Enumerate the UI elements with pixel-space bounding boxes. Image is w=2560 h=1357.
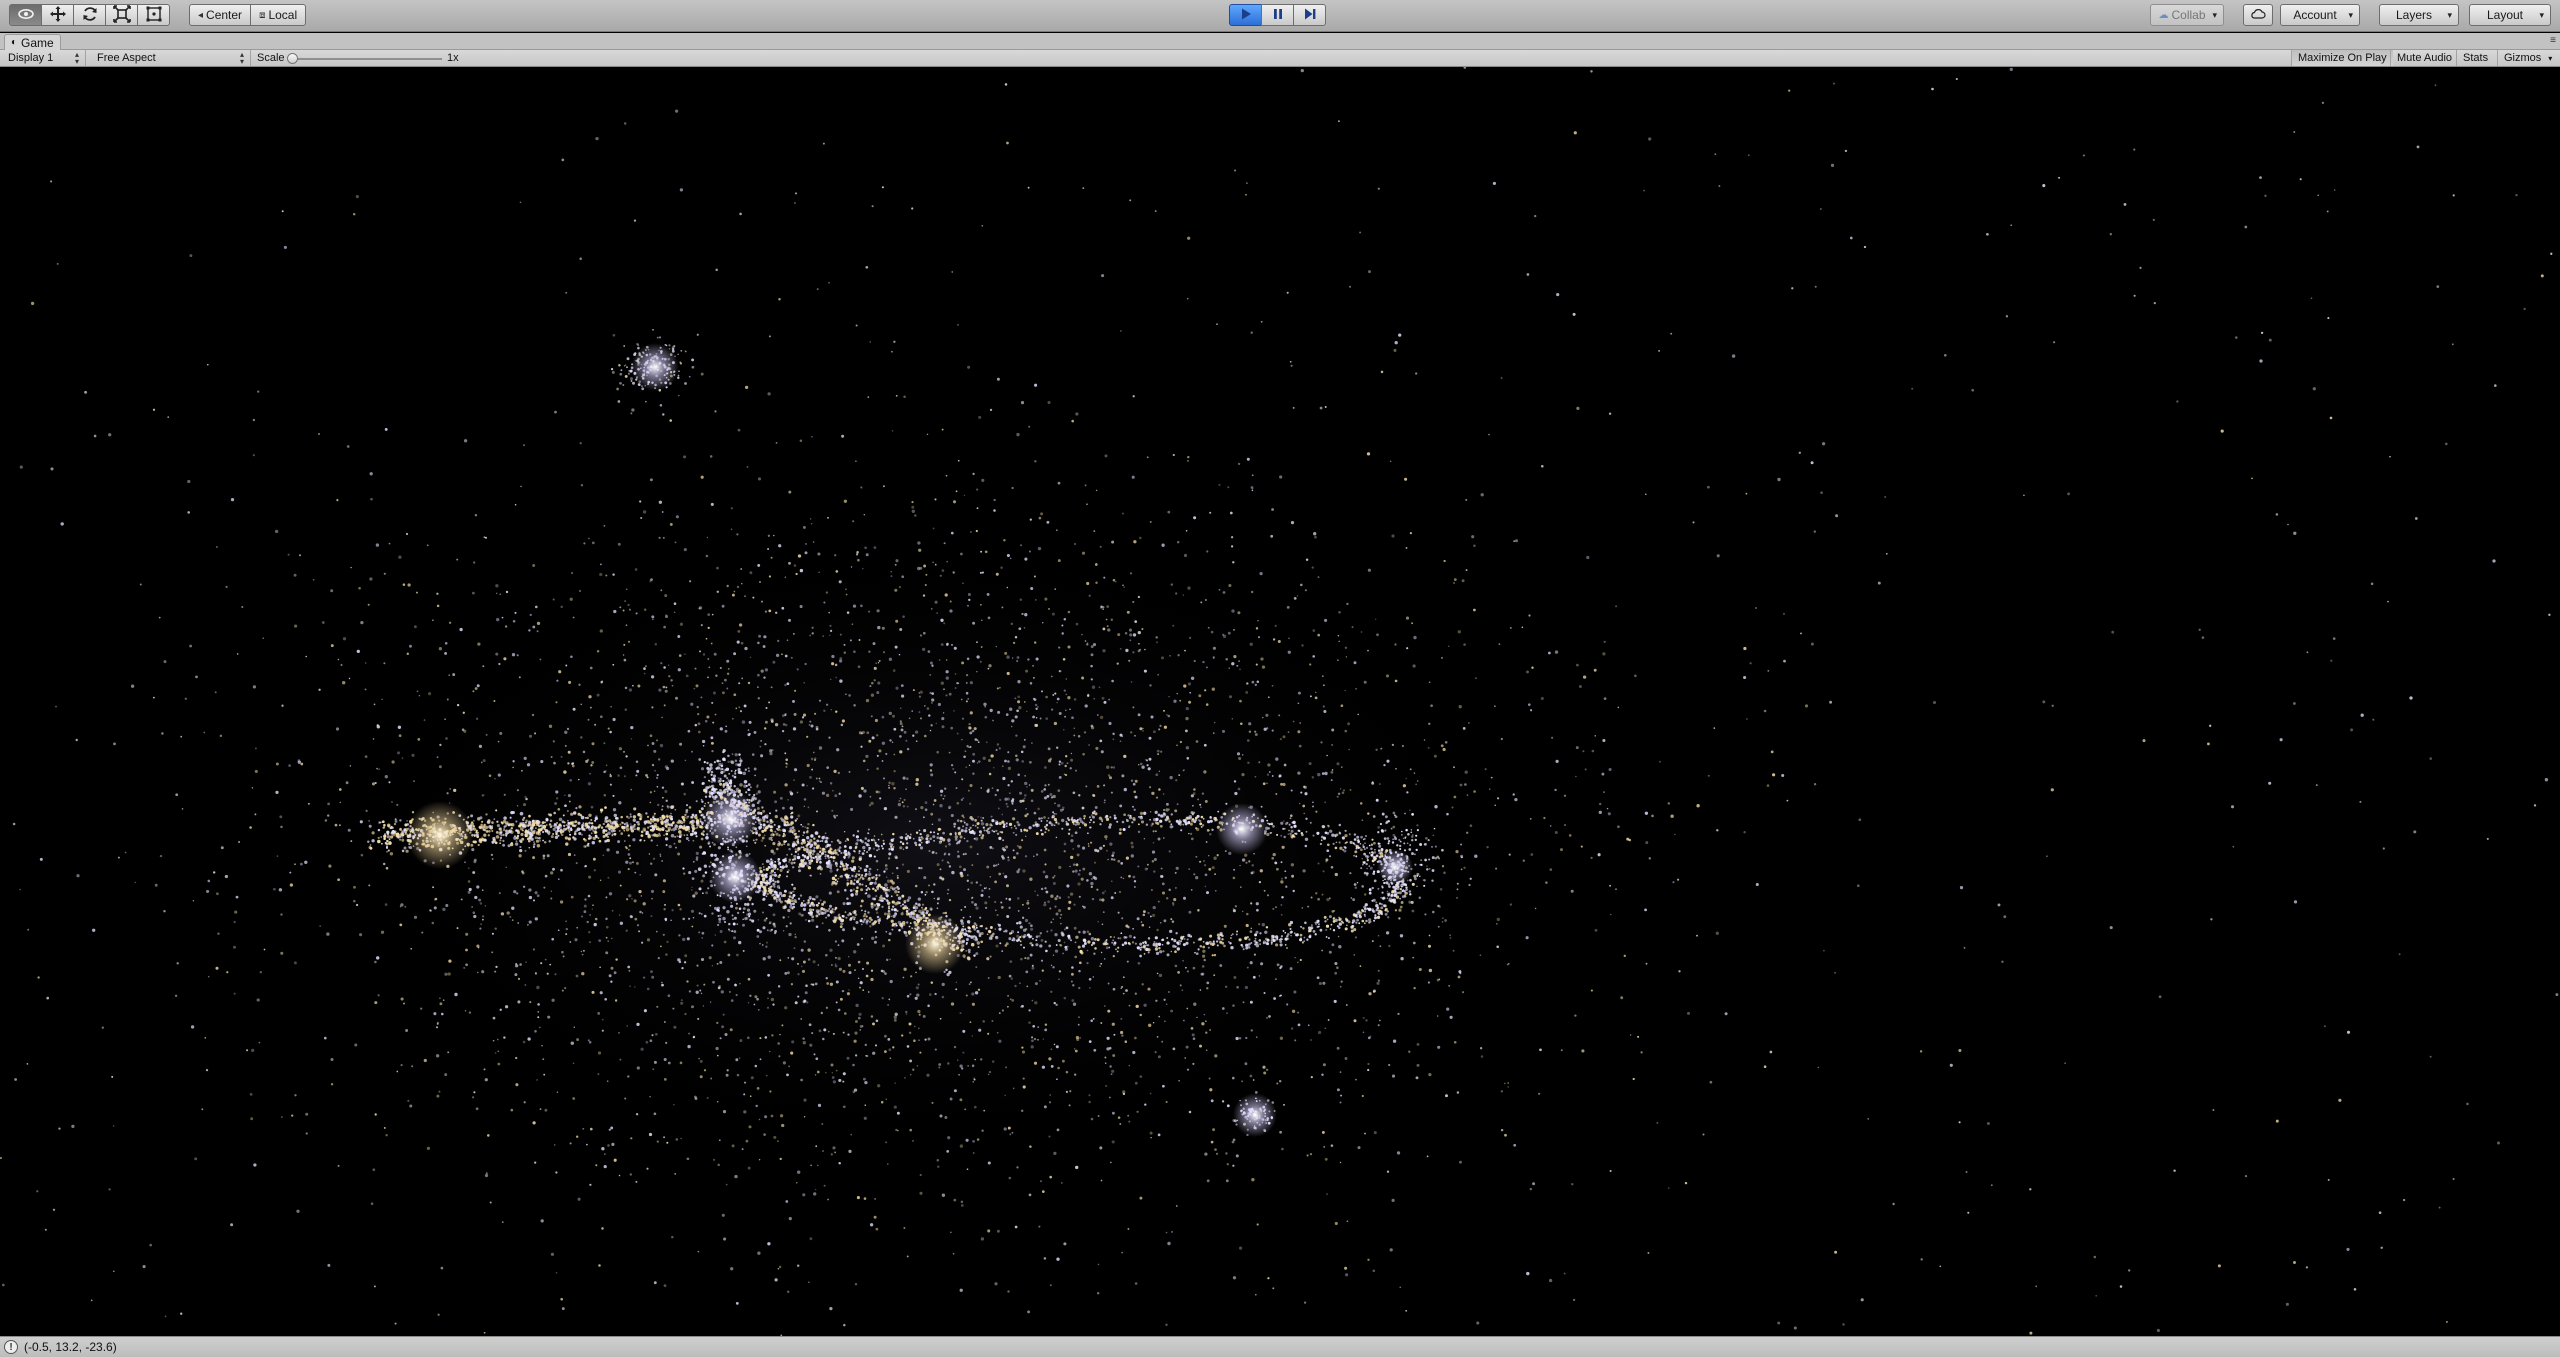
gizmos-dropdown[interactable]: Gizmos ▾ [2497,50,2555,66]
tab-game-label: Game [21,35,54,50]
scale-slider-track[interactable] [290,58,442,60]
pivot-mode-label: Center [206,8,243,22]
scale-icon [112,4,131,26]
display-label: Display 1 [8,52,54,64]
account-dropdown[interactable]: Account ▾ [2280,4,2360,26]
playback-controls [1229,4,1326,26]
game-viewport[interactable] [0,67,2560,1336]
aspect-label: Free Aspect [97,52,156,64]
scale-label: Scale [257,52,285,64]
account-label: Account [2293,8,2337,22]
pivot-rotation-button[interactable]: ⧈ Local [250,4,307,26]
rotate-tool-button[interactable] [73,4,106,26]
local-space-icon: ⧈ [259,9,266,21]
game-view-controls: Display 1 ▴ ▾ Free Aspect ▴ ▾ Scale 1x Max… [0,50,2560,67]
hand-tool-button[interactable] [9,4,42,26]
step-icon [1303,7,1317,24]
play-button[interactable] [1229,4,1262,26]
pivot-toggles: ◂ Center ⧈ Local [189,4,307,26]
rect-tool-button[interactable] [137,4,170,26]
layout-dropdown[interactable]: Layout ▾ [2469,4,2551,26]
cloud-button[interactable] [2243,4,2273,26]
pause-icon [1271,7,1285,24]
cloud-icon [2250,8,2266,23]
transform-tools [9,4,170,26]
step-button[interactable] [1293,4,1326,26]
eye-icon [17,5,35,26]
scale-tool-button[interactable] [105,4,138,26]
collab-label: Collab [2171,8,2206,22]
tab-menu-icon[interactable]: ≡ [2550,35,2556,46]
scale-slider-thumb[interactable] [287,53,298,64]
scale-value: 1x [447,52,459,64]
updown-arrows-icon: ▴ ▾ [239,50,244,66]
chevron-down-icon: ▾ [2212,10,2217,20]
particle-galaxy-render [0,67,2559,1336]
updown-arrows-icon: ▴ ▾ [74,50,79,66]
layers-dropdown[interactable]: Layers ▾ [2379,4,2459,26]
tab-bar: ◐ Game ≡ [0,33,2560,50]
status-message: (-0.5, 13.2, -23.6) [24,1340,117,1354]
status-bar[interactable]: ! (-0.5, 13.2, -23.6) [0,1336,2560,1357]
info-icon: ! [4,1340,18,1354]
pivot-rotation-label: Local [268,8,298,22]
pivot-center-icon: ◂ [198,9,204,21]
collab-dropdown[interactable]: ☁ Collab ▾ [2150,4,2224,26]
rect-tool-icon [145,5,163,26]
mute-audio-toggle[interactable]: Mute Audio [2390,50,2458,66]
chevron-down-icon: ▾ [2548,53,2553,63]
display-dropdown[interactable]: Display 1 ▴ ▾ [0,50,86,66]
main-toolbar: ◂ Center ⧈ Local ☁ Collab ▾ Account ▾ La… [0,0,2560,32]
move-tool-button[interactable] [41,4,74,26]
chevron-down-icon: ▾ [2447,10,2452,20]
layout-label: Layout [2486,8,2524,22]
chevron-down-icon: ▾ [2539,10,2544,20]
chevron-down-icon: ▾ [2348,10,2353,20]
aspect-dropdown[interactable]: Free Aspect ▴ ▾ [89,50,251,66]
play-icon [1239,7,1253,24]
pivot-mode-button[interactable]: ◂ Center [189,4,252,26]
move-arrows-icon [49,5,67,26]
pause-button[interactable] [1261,4,1294,26]
stats-toggle[interactable]: Stats [2456,50,2494,66]
layers-label: Layers [2395,8,2433,22]
tab-game[interactable]: ◐ Game [4,34,61,50]
collab-icon: ☁ [2158,9,2169,21]
maximize-on-play-toggle[interactable]: Maximize On Play [2291,50,2393,66]
gizmos-label: Gizmos [2504,52,2542,64]
game-view-icon: ◐ [11,37,18,48]
rotate-icon [81,5,99,26]
